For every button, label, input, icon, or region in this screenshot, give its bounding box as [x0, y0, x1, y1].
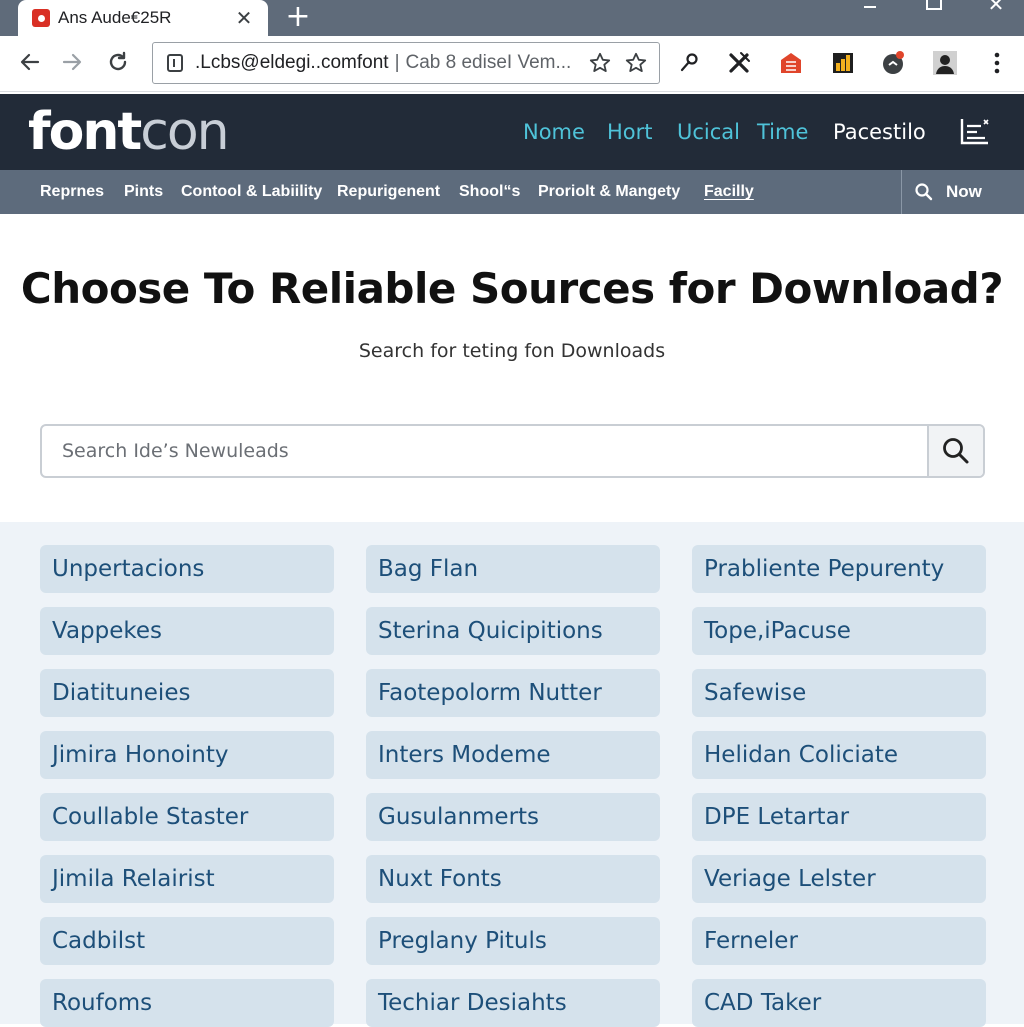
- source-link[interactable]: Helidan Coliciate: [692, 731, 986, 779]
- source-link[interactable]: Vappekes: [40, 607, 334, 655]
- logo-text-light: con: [140, 102, 229, 162]
- sources-grid: Unpertacions Bag Flan Prabliente Pepurenty…: [40, 545, 986, 1027]
- address-bar[interactable]: .Lcbs@eldegi..comfont | Cab 8 ediseI Vem…: [152, 42, 660, 84]
- source-link[interactable]: Cadbilst: [40, 917, 334, 965]
- page-title: Choose To Reliable Sources for Download?: [20, 264, 1004, 313]
- address-separator: |: [394, 52, 400, 73]
- minimize-window-button[interactable]: [850, 0, 890, 20]
- category-nav: Reprnes Pints Contool & Labiility Repuri…: [0, 170, 1024, 214]
- forward-arrow-icon: [62, 53, 82, 71]
- browser-tab[interactable]: Ans Aude€25R ✕: [18, 0, 268, 36]
- site-logo[interactable]: font con: [28, 102, 230, 162]
- key-extension-icon[interactable]: [674, 48, 704, 78]
- page-subtitle: Search for teting fon Downloads: [358, 340, 666, 362]
- source-link[interactable]: Bag Flan: [366, 545, 660, 593]
- category-nav-item[interactable]: Contool & Labiility: [181, 170, 322, 214]
- category-nav-item[interactable]: Shool“s: [459, 170, 520, 214]
- new-tab-button[interactable]: +: [282, 0, 314, 36]
- source-link[interactable]: Techiar Desiahts: [366, 979, 660, 1027]
- main-nav-item[interactable]: Pacestilo: [833, 94, 926, 170]
- shield-extension-icon[interactable]: [776, 48, 806, 78]
- tools-extension-icon[interactable]: [724, 48, 754, 78]
- category-nav-item[interactable]: Reprnes: [40, 170, 104, 214]
- logo-text-bold: font: [28, 102, 142, 162]
- search-icon: [943, 438, 969, 464]
- close-window-button[interactable]: ✕: [976, 0, 1016, 20]
- maximize-window-button[interactable]: [912, 0, 952, 20]
- source-link[interactable]: Diatituneies: [40, 669, 334, 717]
- address-suffix: Cab 8 ediseI Vem...: [405, 52, 572, 73]
- site-header: font con Nome Hort Ucical Time Pacestilo: [0, 94, 1024, 170]
- notifications-extension-icon[interactable]: [878, 48, 908, 78]
- browser-toolbar: .Lcbs@eldegi..comfont | Cab 8 ediseI Vem…: [0, 36, 1024, 92]
- browser-menu-icon[interactable]: [982, 48, 1012, 78]
- source-link[interactable]: Veriage Lelster: [692, 855, 986, 903]
- source-link[interactable]: Ferneler: [692, 917, 986, 965]
- source-link[interactable]: Inters Modeme: [366, 731, 660, 779]
- site-info-icon[interactable]: [167, 54, 183, 72]
- nav-search-button[interactable]: Now: [912, 170, 982, 214]
- bookmark-star-icon[interactable]: [587, 50, 613, 76]
- source-link[interactable]: Jimila Relairist: [40, 855, 334, 903]
- main-nav-item[interactable]: Hort: [607, 94, 653, 170]
- category-nav-item-active[interactable]: Facilly: [704, 170, 754, 214]
- source-link[interactable]: Coullable Staster: [40, 793, 334, 841]
- download-search-box: [40, 424, 985, 478]
- category-nav-item[interactable]: Repurigenent: [337, 170, 440, 214]
- profile-avatar-icon[interactable]: [930, 48, 960, 78]
- source-link[interactable]: Prabliente Pepurenty: [692, 545, 986, 593]
- category-nav-item[interactable]: Pints: [124, 170, 163, 214]
- source-link[interactable]: Safewise: [692, 669, 986, 717]
- main-nav-item[interactable]: Time: [757, 94, 808, 170]
- address-url: .Lcbs@eldegi..comfont: [195, 52, 389, 73]
- account-menu-icon[interactable]: [958, 116, 992, 146]
- main-nav-item[interactable]: Nome: [523, 94, 585, 170]
- browser-tab-bar: Ans Aude€25R ✕ + ✕: [0, 0, 1024, 36]
- close-tab-icon[interactable]: ✕: [232, 6, 256, 30]
- source-link[interactable]: Tope,iPacuse: [692, 607, 986, 655]
- main-nav-item[interactable]: Ucical: [677, 94, 740, 170]
- nav-divider: [901, 170, 902, 214]
- nav-search-label: Now: [946, 182, 982, 201]
- forward-button[interactable]: [56, 46, 88, 78]
- reload-button[interactable]: [102, 46, 134, 78]
- source-link[interactable]: Faotepolorm Nutter: [366, 669, 660, 717]
- source-link[interactable]: Jimira Honointy: [40, 731, 334, 779]
- analytics-extension-icon[interactable]: [828, 48, 858, 78]
- source-link[interactable]: Sterina Quicipitions: [366, 607, 660, 655]
- reload-icon: [109, 51, 127, 71]
- source-link[interactable]: Nuxt Fonts: [366, 855, 660, 903]
- source-link[interactable]: Unpertacions: [40, 545, 334, 593]
- back-arrow-icon: [20, 53, 40, 71]
- source-link[interactable]: DPE Letartar: [692, 793, 986, 841]
- site-favicon-icon: [32, 9, 50, 27]
- search-icon: [915, 183, 933, 201]
- category-nav-item[interactable]: Proriolt & Mangety: [538, 170, 680, 214]
- search-button[interactable]: [927, 426, 983, 476]
- tab-title: Ans Aude€25R: [58, 8, 172, 27]
- search-input[interactable]: [42, 426, 927, 476]
- sources-section: Unpertacions Bag Flan Prabliente Pepurenty…: [0, 522, 1024, 1027]
- source-link[interactable]: Roufoms: [40, 979, 334, 1027]
- favorites-star-icon[interactable]: [623, 50, 649, 76]
- source-link[interactable]: Gusulanmerts: [366, 793, 660, 841]
- source-link[interactable]: Preglany Pituls: [366, 917, 660, 965]
- back-button[interactable]: [14, 46, 46, 78]
- source-link[interactable]: CAD Taker: [692, 979, 986, 1027]
